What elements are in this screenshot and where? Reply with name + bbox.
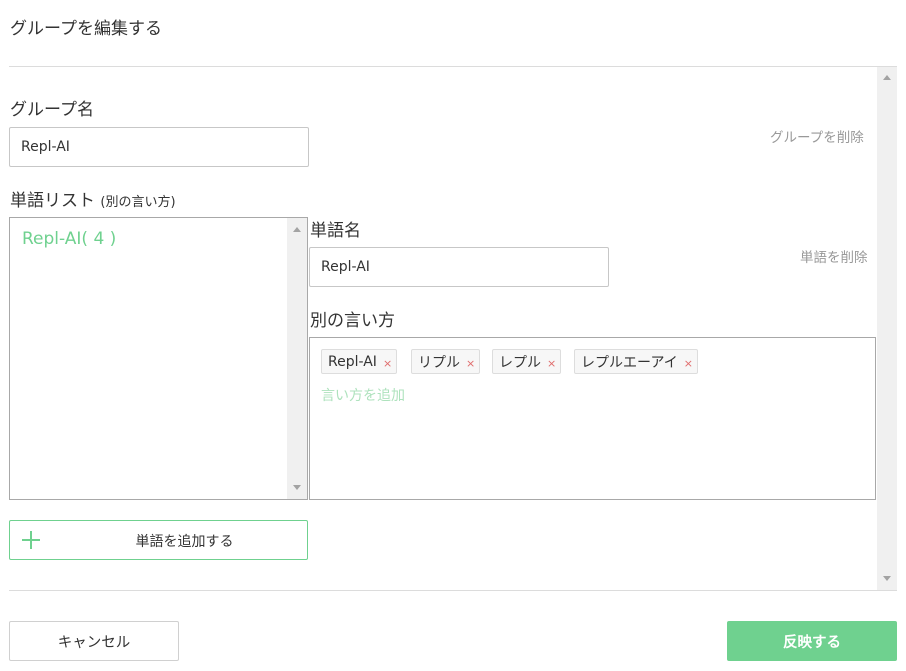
- cancel-button[interactable]: キャンセル: [9, 621, 179, 661]
- add-alternative-input[interactable]: 言い方を追加: [321, 385, 405, 405]
- footer-divider: [9, 590, 897, 591]
- list-scroll-down-arrow-icon[interactable]: [293, 485, 301, 490]
- group-name-label: グループ名: [10, 100, 94, 120]
- remove-tag-icon[interactable]: ×: [547, 355, 556, 369]
- word-list-label: 単語リスト (別の言い方): [10, 186, 176, 211]
- alternative-tag-label: リプル: [418, 354, 460, 371]
- dialog-title: グループを編集する: [10, 19, 162, 39]
- alternatives-label: 別の言い方: [310, 311, 395, 331]
- group-name-input[interactable]: [9, 127, 309, 167]
- alternative-tag-label: Repl-AI: [328, 353, 377, 370]
- alternative-tag: レプル ×: [492, 349, 562, 374]
- header-divider: [9, 66, 897, 67]
- word-name-label: 単語名: [310, 221, 361, 241]
- list-scroll-up-arrow-icon[interactable]: [293, 227, 301, 232]
- remove-tag-icon[interactable]: ×: [466, 355, 475, 369]
- word-list-sublabel: (別の言い方): [100, 195, 176, 210]
- add-word-button-label: 単語を追加する: [135, 534, 234, 550]
- alternative-tag: レプルエーアイ ×: [574, 349, 698, 374]
- alternative-tag: Repl-AI ×: [321, 349, 398, 374]
- delete-word-link[interactable]: 単語を削除: [800, 246, 868, 266]
- word-list: Repl-AI( 4 ): [9, 217, 308, 500]
- scroll-up-arrow-icon[interactable]: [883, 75, 891, 80]
- remove-tag-icon[interactable]: ×: [684, 355, 693, 369]
- add-word-button[interactable]: 単語を追加する: [9, 520, 308, 560]
- word-list-scrollbar[interactable]: [287, 218, 307, 499]
- alternative-tag-label: レプルエーアイ: [581, 354, 678, 371]
- remove-tag-icon[interactable]: ×: [383, 355, 392, 369]
- word-list-title: 単語リスト: [10, 191, 95, 211]
- word-list-item[interactable]: Repl-AI( 4 ): [22, 229, 116, 249]
- main-scrollbar[interactable]: [877, 67, 897, 590]
- apply-button[interactable]: 反映する: [727, 621, 897, 661]
- alternative-tag: リプル ×: [411, 349, 481, 374]
- scroll-down-arrow-icon[interactable]: [883, 576, 891, 581]
- alternative-tag-label: レプル: [499, 354, 541, 371]
- word-name-input[interactable]: [309, 247, 609, 287]
- delete-group-link[interactable]: グループを削除: [770, 126, 864, 146]
- alternatives-box[interactable]: Repl-AI × リプル × レプル × レプルエーアイ × 言い方を追加: [309, 337, 876, 500]
